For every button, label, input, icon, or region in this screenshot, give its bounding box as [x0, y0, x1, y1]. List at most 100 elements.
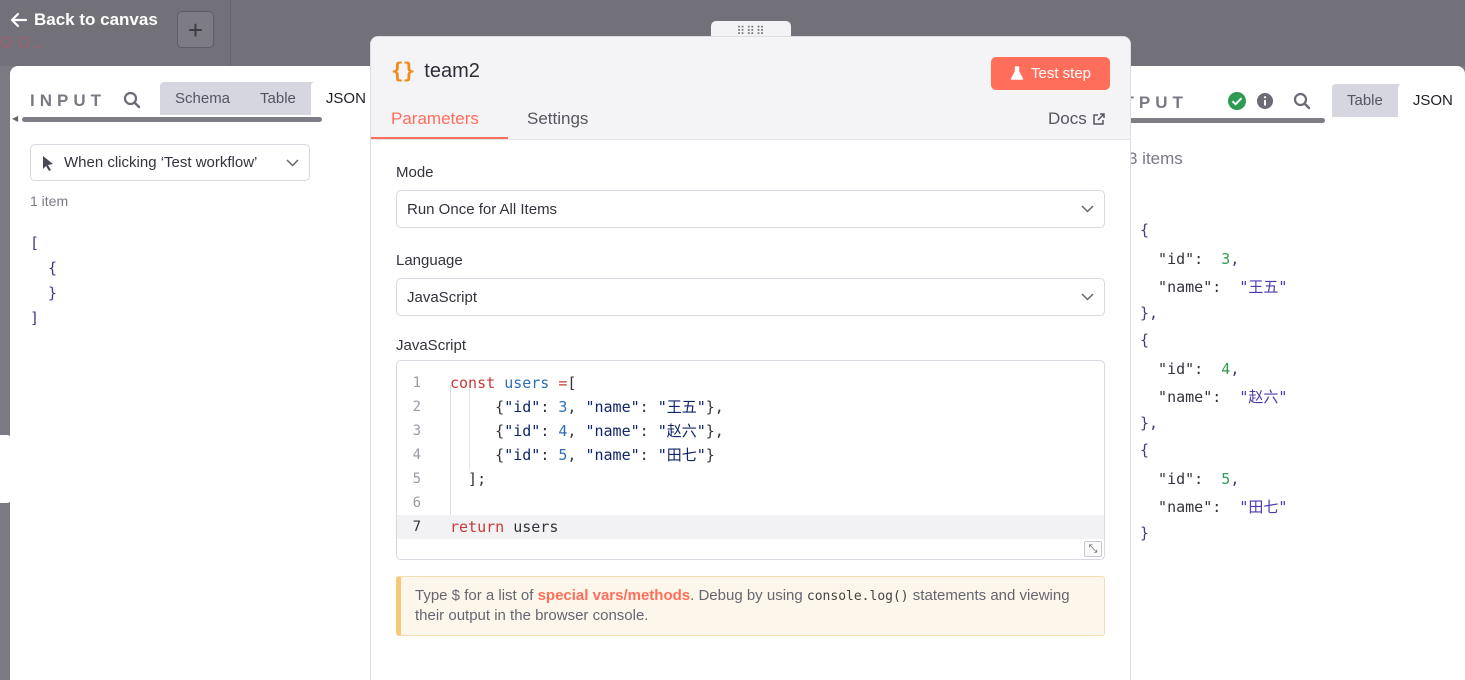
- notice-text: Type $ for a list of: [415, 587, 538, 604]
- scroll-left-icon[interactable]: ◀: [12, 114, 18, 123]
- json-line: [: [30, 234, 40, 252]
- input-view-tabs: Schema Table JSON: [160, 82, 381, 115]
- node-title: {} team2: [391, 59, 480, 83]
- json-name-value: "田七": [1239, 498, 1288, 516]
- json-open-brace: {: [1140, 221, 1150, 239]
- test-step-button[interactable]: Test step: [991, 57, 1110, 90]
- code-token: ];: [450, 470, 487, 488]
- expand-editor-icon[interactable]: ⤡: [1084, 541, 1102, 557]
- code-token: :: [639, 446, 658, 464]
- tab-schema[interactable]: Schema: [160, 82, 245, 115]
- output-item-count: 3 items: [1128, 149, 1183, 168]
- code-line[interactable]: 7 return users: [397, 515, 1104, 539]
- code-line[interactable]: 5 ];: [397, 467, 1104, 491]
- json-close-brace: },: [1140, 304, 1159, 322]
- language-label: Language: [396, 252, 463, 269]
- notice-code: console.log(): [806, 589, 909, 604]
- code-line[interactable]: 1 const users =[: [397, 371, 1104, 395]
- code-label: JavaScript: [396, 337, 467, 354]
- tab-table[interactable]: Table: [1332, 84, 1398, 117]
- code-editor[interactable]: 1 const users =[2 {"id": 3, "name": "王五"}…: [396, 360, 1105, 560]
- code-text: return users: [450, 515, 558, 539]
- code-braces-icon: {}: [391, 59, 415, 83]
- json-name-row: "name": "王五": [1140, 278, 1288, 296]
- success-check-icon: [1228, 92, 1246, 110]
- tabs-scrollbar[interactable]: [22, 117, 322, 122]
- chevron-down-icon: [1081, 205, 1094, 213]
- code-token: users: [513, 518, 559, 536]
- add-node-button[interactable]: +: [177, 11, 214, 48]
- tab-settings[interactable]: Settings: [527, 109, 588, 129]
- special-vars-link[interactable]: special vars/methods: [538, 587, 691, 604]
- docs-label: Docs: [1048, 109, 1087, 128]
- code-token: {: [450, 398, 505, 416]
- code-token: const: [450, 374, 505, 392]
- search-icon[interactable]: [1293, 92, 1311, 110]
- code-token: },: [705, 398, 724, 416]
- code-text: const users =[: [450, 371, 576, 395]
- code-text: ];: [450, 467, 486, 491]
- code-token: "name": [585, 422, 640, 440]
- code-token: ,: [567, 422, 586, 440]
- notice-text: . Debug by using: [690, 587, 807, 604]
- code-line[interactable]: 2 {"id": 3, "name": "王五"},: [397, 395, 1104, 419]
- search-icon[interactable]: [123, 91, 141, 109]
- input-node-select[interactable]: When clicking ‘Test workflow’: [30, 144, 310, 181]
- code-token: :: [540, 422, 559, 440]
- tab-table[interactable]: Table: [245, 82, 311, 115]
- input-item-count: 1 item: [30, 193, 69, 209]
- tab-parameters[interactable]: Parameters: [391, 109, 479, 129]
- code-text: {"id": 3, "name": "王五"},: [450, 395, 724, 419]
- code-token: [: [567, 374, 577, 392]
- code-token: },: [705, 422, 724, 440]
- output-view-tabs: Table JSON: [1332, 84, 1465, 117]
- json-id-value: 4: [1221, 360, 1231, 378]
- line-number: 3: [412, 423, 421, 439]
- json-id-value: 3: [1221, 250, 1231, 268]
- output-panel: OUTPUT Table JSON 3 items { "id": 3, "na…: [1088, 66, 1465, 680]
- tab-json[interactable]: JSON: [1397, 84, 1465, 117]
- code-token: }: [705, 446, 715, 464]
- node-details-modal: {} team2 Test step Parameters Settings D…: [370, 36, 1131, 680]
- tabs-scrollbar[interactable]: [1110, 118, 1325, 123]
- code-token: :: [540, 398, 559, 416]
- input-json-view: [ { } ]: [30, 231, 57, 331]
- code-line[interactable]: 6: [397, 491, 1104, 515]
- line-number: 4: [412, 447, 421, 463]
- modal-header: {} team2 Test step Parameters Settings D…: [371, 37, 1130, 139]
- parameters-panel: Mode Run Once for All Items Language Jav…: [371, 139, 1130, 680]
- back-to-canvas-label: Back to canvas: [34, 10, 158, 29]
- code-token: "id": [504, 398, 541, 416]
- code-token: =: [549, 374, 568, 392]
- code-line[interactable]: 3 {"id": 4, "name": "赵六"},: [397, 419, 1104, 443]
- code-token: "name": [585, 446, 640, 464]
- json-name-row: "name": "赵六": [1140, 388, 1288, 406]
- language-select[interactable]: JavaScript: [396, 278, 1105, 316]
- code-token: "赵六": [657, 422, 706, 440]
- code-token: {: [450, 446, 505, 464]
- json-name-row: "name": "田七": [1140, 498, 1288, 516]
- line-number: 7: [412, 519, 421, 535]
- external-link-icon: [1092, 112, 1105, 125]
- line-number: 1: [412, 375, 421, 391]
- docs-link[interactable]: Docs: [1048, 109, 1105, 129]
- input-panel-title: INPUT: [30, 91, 106, 110]
- json-id-row: "id": 4,: [1140, 360, 1240, 378]
- code-text: {"id": 5, "name": "田七"}: [450, 443, 715, 467]
- json-open-brace: {: [1140, 331, 1150, 349]
- back-to-canvas-button[interactable]: Back to canvas: [10, 10, 158, 30]
- code-token: "id": [504, 422, 541, 440]
- code-token: :: [540, 446, 559, 464]
- node-title-text[interactable]: team2: [424, 60, 480, 83]
- json-line: {: [30, 259, 58, 277]
- line-number: 5: [412, 471, 421, 487]
- json-id-value: 5: [1221, 470, 1231, 488]
- chevron-down-icon: [286, 158, 299, 167]
- code-token: users: [504, 374, 550, 392]
- mode-select[interactable]: Run Once for All Items: [396, 190, 1105, 228]
- code-line[interactable]: 4 {"id": 5, "name": "田七"}: [397, 443, 1104, 467]
- line-number: 6: [412, 495, 421, 511]
- test-step-label: Test step: [1030, 65, 1092, 82]
- flask-icon: [1010, 66, 1024, 80]
- info-icon[interactable]: [1256, 92, 1274, 110]
